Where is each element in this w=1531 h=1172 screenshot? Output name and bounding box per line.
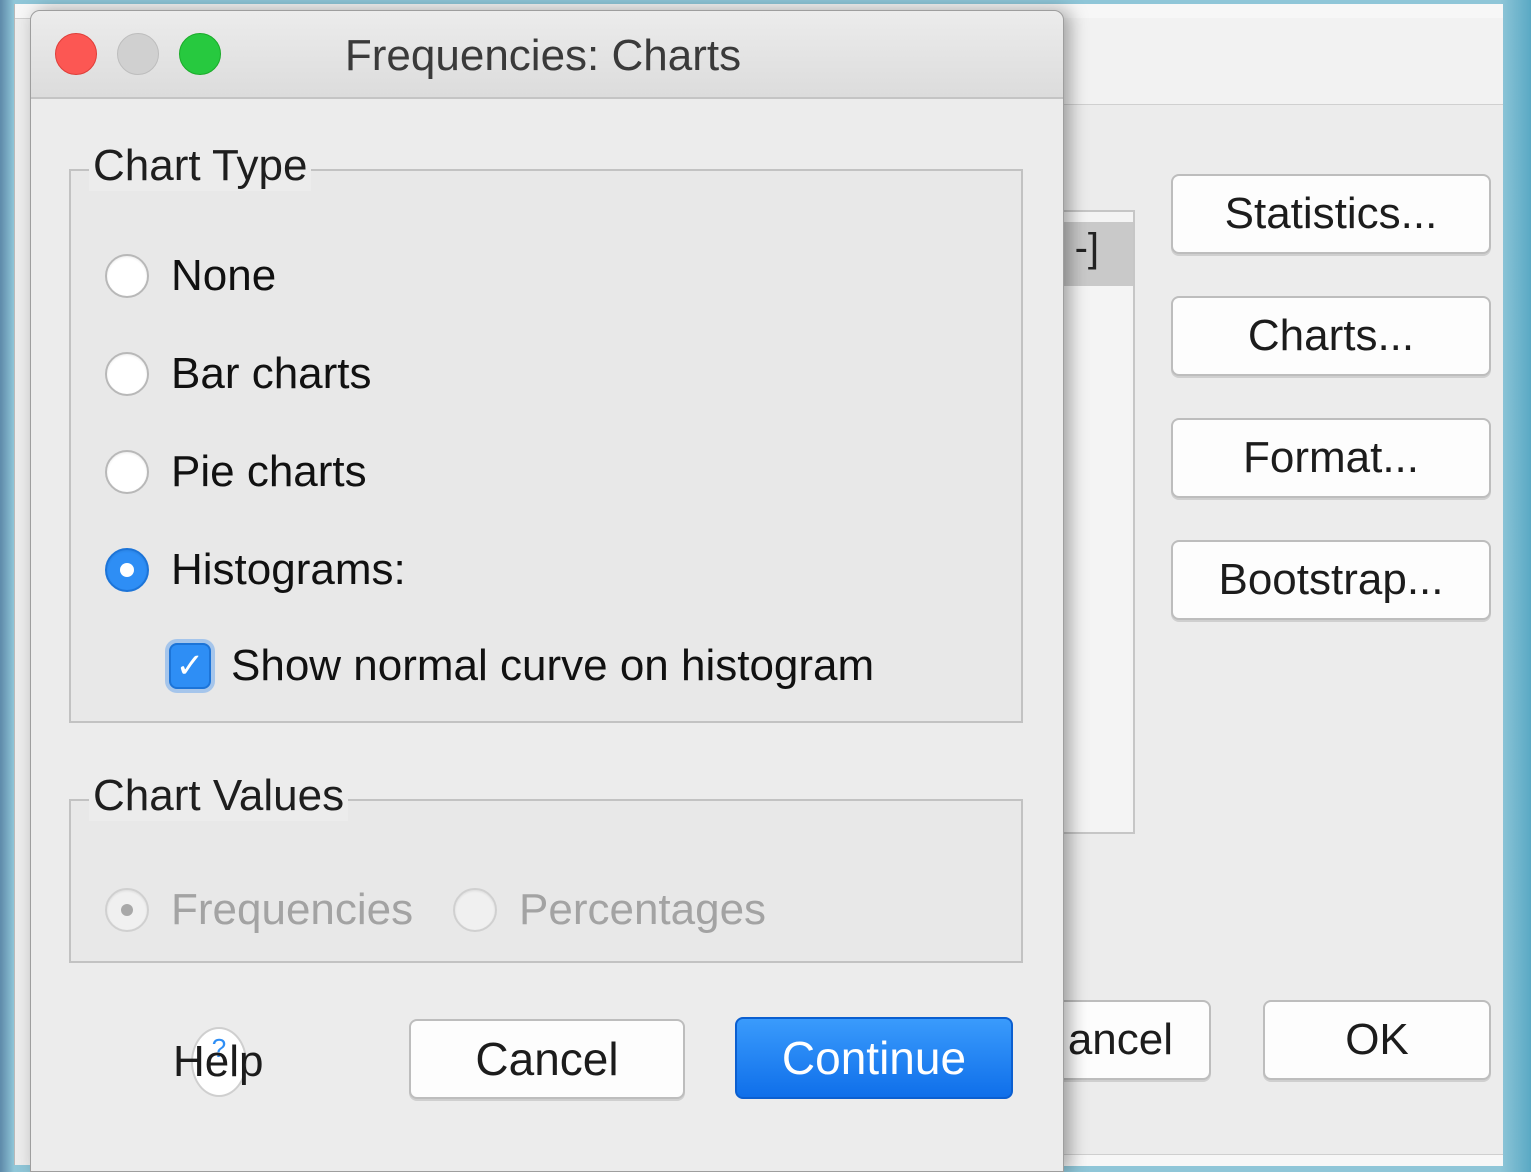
chart-type-legend: Chart Type <box>89 141 312 191</box>
chart-values-frequencies-option[interactable]: Frequencies <box>105 885 413 935</box>
option-label-percentages: Percentages <box>519 885 767 934</box>
bootstrap-button[interactable]: Bootstrap... <box>1171 540 1491 620</box>
radio-none[interactable] <box>105 254 149 298</box>
option-label-frequencies: Frequencies <box>171 885 414 934</box>
normal-curve-label: Show normal curve on histogram <box>231 641 875 690</box>
chart-values-percentages-option[interactable]: Percentages <box>453 885 766 935</box>
list-item-fragment: -] <box>1074 226 1099 270</box>
dialog-titlebar: Frequencies: Charts <box>31 11 1063 99</box>
radio-pie-charts[interactable] <box>105 450 149 494</box>
main-window-toolbar <box>1055 18 1503 105</box>
option-label-none: None <box>171 251 277 300</box>
option-label-bar-charts: Bar charts <box>171 349 372 398</box>
cancel-button[interactable]: Cancel <box>409 1019 685 1099</box>
continue-button[interactable]: Continue <box>735 1017 1013 1099</box>
ok-button[interactable]: OK <box>1263 1000 1491 1080</box>
frequencies-charts-dialog: Frequencies: Charts Chart Type None Bar … <box>30 10 1064 1172</box>
normal-curve-option[interactable]: ✓ Show normal curve on histogram <box>169 641 874 691</box>
dialog-title: Frequencies: Charts <box>344 31 742 80</box>
option-label-pie-charts: Pie charts <box>171 447 367 496</box>
chart-values-legend: Chart Values <box>89 771 349 821</box>
chart-values-group: Chart Values Frequencies Percentages <box>69 771 1023 963</box>
option-label-histograms: Histograms: <box>171 545 406 594</box>
chart-type-group: Chart Type None Bar charts Pie charts Hi… <box>69 141 1023 723</box>
normal-curve-checkbox[interactable]: ✓ <box>169 643 211 689</box>
statistics-button[interactable]: Statistics... <box>1171 174 1491 254</box>
help-button[interactable]: Help <box>173 1037 264 1087</box>
chart-type-pie-option[interactable]: Pie charts <box>105 447 367 497</box>
radio-histograms[interactable] <box>105 548 149 592</box>
radio-percentages[interactable] <box>453 888 497 932</box>
chart-type-histograms-option[interactable]: Histograms: <box>105 545 406 595</box>
bottom-strip <box>1055 1154 1503 1166</box>
format-button[interactable]: Format... <box>1171 418 1491 498</box>
chart-type-bar-option[interactable]: Bar charts <box>105 349 372 399</box>
charts-button[interactable]: Charts... <box>1171 296 1491 376</box>
radio-bar-charts[interactable] <box>105 352 149 396</box>
chart-type-none-option[interactable]: None <box>105 251 276 301</box>
radio-frequencies[interactable] <box>105 888 149 932</box>
